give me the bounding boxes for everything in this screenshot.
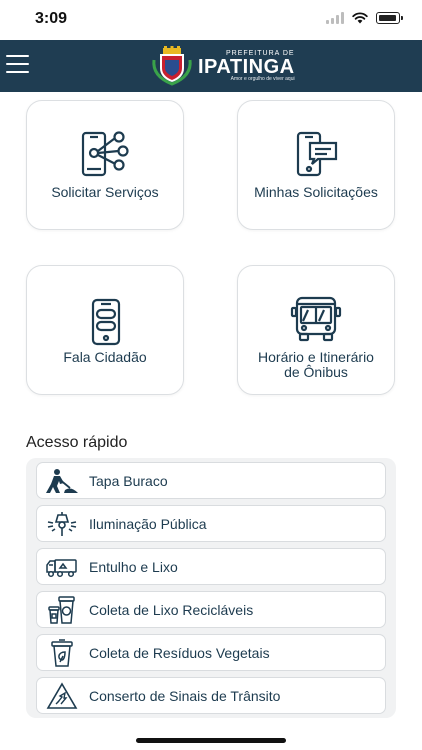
card-horario-onibus[interactable]: Horário e Itinerário de Ônibus (237, 265, 395, 395)
quick-item-label: Coleta de Resíduos Vegetais (89, 644, 270, 661)
card-label: Solicitar Serviços (51, 184, 159, 200)
quick-item-residuos-vegetais[interactable]: Coleta de Resíduos Vegetais (36, 634, 386, 671)
card-solicitar-servicos[interactable]: Solicitar Serviços (26, 100, 184, 230)
organic-bin-icon (51, 638, 73, 667)
quick-access-panel: Tapa Buraco Iluminação Pública Entulho e… (26, 458, 396, 718)
wifi-icon (352, 12, 368, 24)
quick-item-label: Tapa Buraco (89, 472, 168, 489)
city-crest-icon (152, 46, 192, 86)
home-indicator (136, 738, 286, 743)
quick-item-iluminacao-publica[interactable]: Iluminação Pública (36, 505, 386, 542)
card-minhas-solicitacoes[interactable]: Minhas Solicitações (237, 100, 395, 230)
menu-icon[interactable] (6, 55, 29, 73)
status-time: 3:09 (35, 10, 68, 27)
quick-item-sinais-transito[interactable]: Conserto de Sinais de Trânsito (36, 677, 386, 714)
traffic-sign-icon (46, 681, 78, 709)
battery-icon (376, 12, 403, 24)
quick-access-title: Acesso rápido (26, 434, 128, 451)
recycling-bins-icon (48, 595, 75, 624)
card-label: Minhas Solicitações (254, 184, 378, 200)
phone-network-icon (81, 131, 129, 177)
logo-name: IPATINGA (198, 56, 295, 78)
logo: PREFEITURA DE IPATINGA Amor e orgulho de… (150, 46, 295, 86)
card-fala-cidadao[interactable]: Fala Cidadão (26, 265, 184, 395)
quick-item-coleta-reciclaveis[interactable]: Coleta de Lixo Recicláveis (36, 591, 386, 628)
phone-messages-icon (91, 298, 121, 346)
street-lamp-icon (47, 511, 77, 536)
card-label: Fala Cidadão (63, 349, 147, 365)
logo-text: PREFEITURA DE IPATINGA Amor e orgulho de… (198, 50, 295, 82)
status-icons (326, 12, 403, 24)
quick-item-entulho-lixo[interactable]: Entulho e Lixo (36, 548, 386, 585)
card-label: Horário e Itinerário de Ônibus (258, 349, 374, 380)
cellular-signal-icon (326, 12, 344, 24)
quick-item-label: Iluminação Pública (89, 515, 207, 532)
status-bar: 3:09 (0, 0, 422, 40)
quick-item-label: Conserto de Sinais de Trânsito (89, 687, 281, 704)
bus-icon (290, 296, 342, 342)
bottom-safe-area (0, 720, 422, 750)
worker-shoveling-icon (46, 468, 78, 493)
app-header: PREFEITURA DE IPATINGA Amor e orgulho de… (0, 40, 422, 92)
logo-slogan: Amor e orgulho de viver aqui (230, 76, 295, 82)
quick-item-label: Entulho e Lixo (89, 558, 178, 575)
quick-item-label: Coleta de Lixo Recicláveis (89, 601, 254, 618)
phone-chat-icon (296, 131, 338, 177)
garbage-truck-icon (46, 558, 77, 577)
quick-item-tapa-buraco[interactable]: Tapa Buraco (36, 462, 386, 499)
